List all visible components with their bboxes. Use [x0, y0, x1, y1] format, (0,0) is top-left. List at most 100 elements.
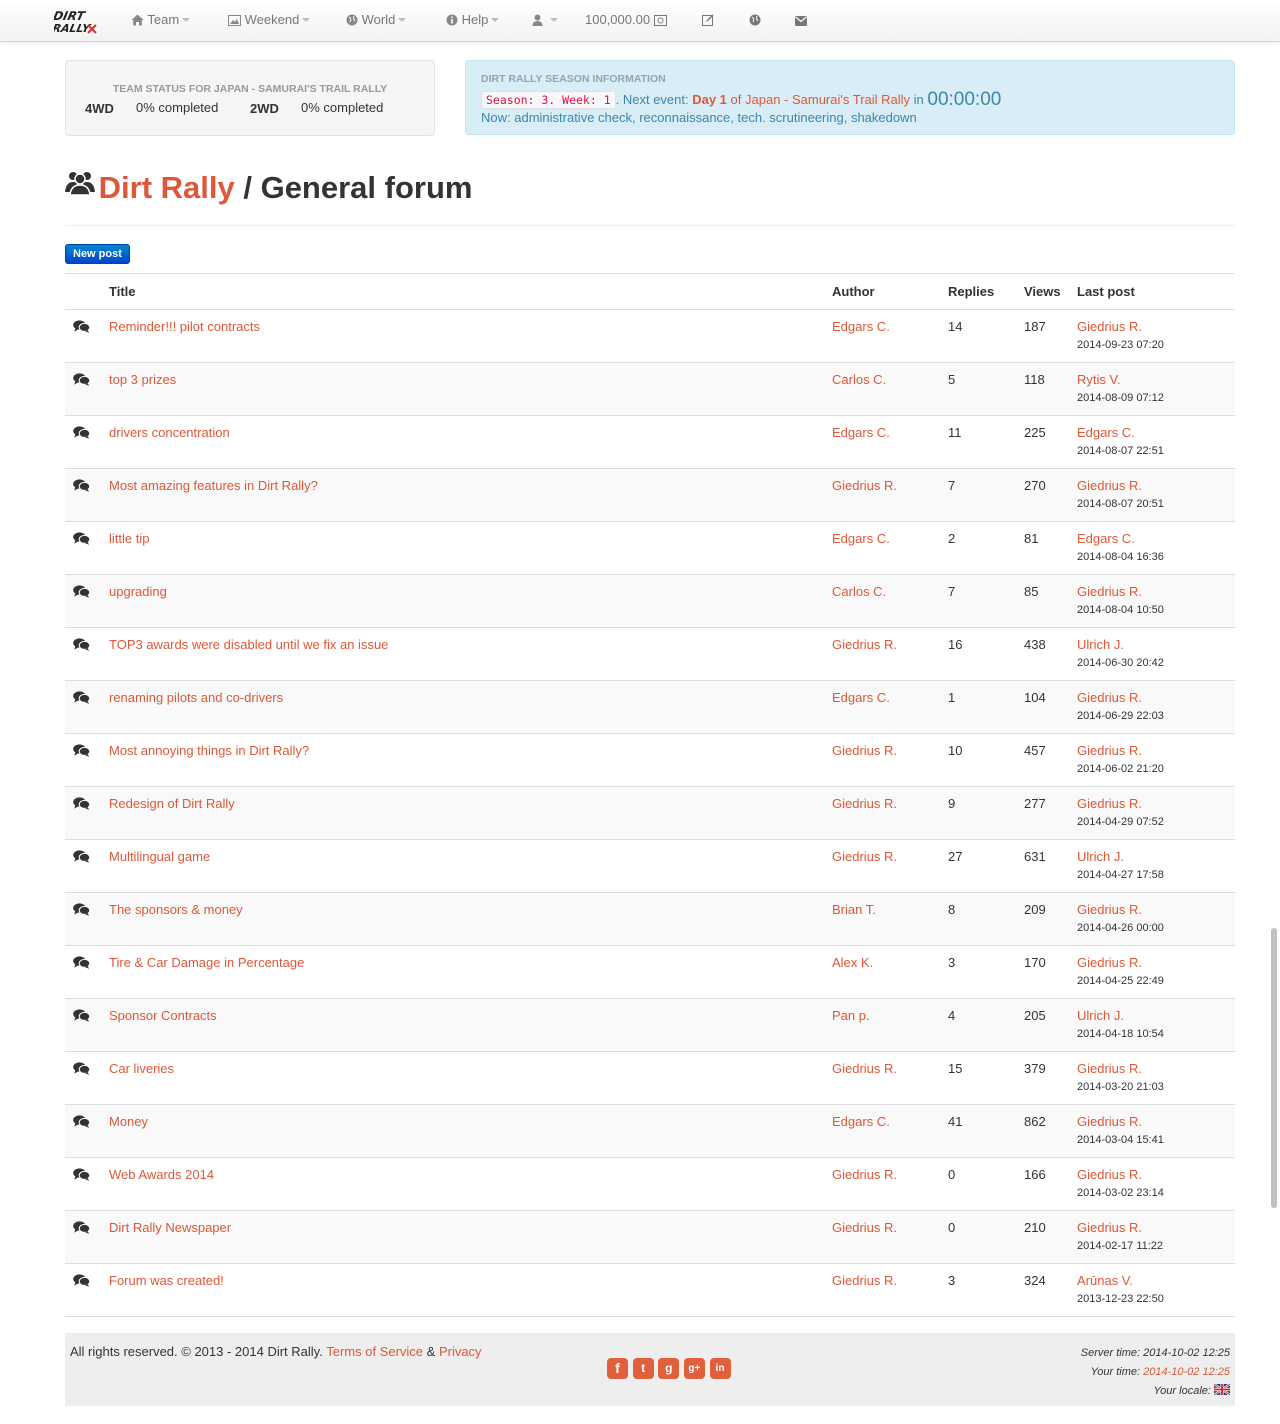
last-post-author-link[interactable]: Rytis V. [1077, 372, 1121, 387]
nav-messages[interactable] [795, 0, 807, 40]
github-icon[interactable]: g [658, 1358, 680, 1379]
topic-title-link[interactable]: Redesign of Dirt Rally [109, 796, 235, 811]
nav-team[interactable]: Team [131, 0, 191, 40]
last-post-author-link[interactable]: Giedrius R. [1077, 1061, 1142, 1076]
nav-weekend[interactable]: Weekend [228, 0, 311, 40]
topic-title-cell: Tire & Car Damage in Percentage [101, 945, 824, 999]
topic-author-link[interactable]: Giedrius R. [832, 796, 897, 811]
last-post-author-link[interactable]: Giedrius R. [1077, 1114, 1142, 1129]
edit-icon [702, 14, 714, 26]
topic-author-link[interactable]: Giedrius R. [832, 637, 897, 652]
topic-title-link[interactable]: top 3 prizes [109, 372, 176, 387]
table-row: Dirt Rally Newspaper Giedrius R. 0 210 Giedr… [65, 1210, 1235, 1264]
header-author: Author [824, 273, 940, 310]
topic-author-link[interactable]: Giedrius R. [832, 743, 897, 758]
topic-title-link[interactable]: little tip [109, 531, 149, 546]
topic-title-link[interactable]: drivers concentration [109, 425, 230, 440]
topic-views: 270 [1016, 468, 1069, 522]
last-post-author-link[interactable]: Giedrius R. [1077, 478, 1142, 493]
locale-label: Your locale: [1153, 1385, 1214, 1397]
last-post-author-link[interactable]: Giedrius R. [1077, 1167, 1142, 1182]
last-post-author-link[interactable]: Edgars C. [1077, 531, 1135, 546]
topic-title-link[interactable]: Multilingual game [109, 849, 210, 864]
topic-author-link[interactable]: Edgars C. [832, 1114, 890, 1129]
last-post-author-link[interactable]: Giedrius R. [1077, 796, 1142, 811]
facebook-icon[interactable]: f [607, 1358, 628, 1379]
last-post-author-link[interactable]: Ulrich J. [1077, 849, 1124, 864]
topic-title-link[interactable]: Reminder!!! pilot contracts [109, 319, 260, 334]
linkedin-icon[interactable]: in [709, 1358, 731, 1379]
topic-title-link[interactable]: Web Awards 2014 [109, 1167, 214, 1182]
last-post-author-link[interactable]: Edgars C. [1077, 425, 1135, 440]
topic-author-link[interactable]: Edgars C. [832, 319, 890, 334]
topic-author-link[interactable]: Edgars C. [832, 531, 890, 546]
privacy-link[interactable]: Privacy [439, 1344, 482, 1359]
nav-world[interactable]: World [346, 0, 407, 40]
topic-title-cell: TOP3 awards were disabled until we fix a… [101, 627, 824, 681]
last-post-date: 2014-06-29 22:03 [1077, 710, 1164, 722]
topic-title-link[interactable]: Most annoying things in Dirt Rally? [109, 743, 309, 758]
google-plus-icon[interactable]: g+ [683, 1358, 705, 1379]
last-post-author-link[interactable]: Giedrius R. [1077, 584, 1142, 599]
topic-author-link[interactable]: Giedrius R. [832, 1273, 897, 1288]
topic-title-link[interactable]: TOP3 awards were disabled until we fix a… [109, 637, 388, 652]
topic-title-link[interactable]: Sponsor Contracts [109, 1008, 217, 1023]
topic-title-cell: Car liveries [101, 1051, 824, 1105]
topic-title-link[interactable]: The sponsors & money [109, 902, 243, 917]
comments-icon [73, 797, 91, 813]
topic-author-link[interactable]: Giedrius R. [832, 849, 897, 864]
topic-title-link[interactable]: Forum was created! [109, 1273, 224, 1288]
topic-author-link[interactable]: Carlos C. [832, 372, 886, 387]
topic-author-link[interactable]: Carlos C. [832, 584, 886, 599]
topic-icon-cell [65, 521, 101, 575]
topic-title-link[interactable]: Tire & Car Damage in Percentage [109, 955, 304, 970]
new-post-button[interactable]: New post [65, 244, 130, 264]
topic-author-link[interactable]: Giedrius R. [832, 478, 897, 493]
topic-author-link[interactable]: Alex K. [832, 955, 873, 970]
topic-author-link[interactable]: Giedrius R. [832, 1220, 897, 1235]
topic-author-link[interactable]: Brian T. [832, 902, 876, 917]
comments-icon [73, 426, 91, 442]
topic-title-link[interactable]: Dirt Rally Newspaper [109, 1220, 231, 1235]
topic-author-link[interactable]: Edgars C. [832, 690, 890, 705]
last-post-author-link[interactable]: Giedrius R. [1077, 902, 1142, 917]
forum-brand-link[interactable]: Dirt Rally [99, 170, 235, 205]
topic-author-link[interactable]: Giedrius R. [832, 1061, 897, 1076]
last-post-author-link[interactable]: Giedrius R. [1077, 690, 1142, 705]
nav-language[interactable] [749, 0, 761, 40]
terms-link[interactable]: Terms of Service [326, 1344, 423, 1359]
twitter-icon[interactable]: t [632, 1358, 654, 1379]
topic-author-link[interactable]: Giedrius R. [832, 1167, 897, 1182]
uk-flag-icon[interactable] [1214, 1384, 1230, 1395]
last-post-author-link[interactable]: Giedrius R. [1077, 743, 1142, 758]
last-post-author-link[interactable]: Ulrich J. [1077, 637, 1124, 652]
last-post-author-link[interactable]: Arūnas V. [1077, 1273, 1133, 1288]
page-scrollbar[interactable] [1271, 928, 1277, 1208]
event-day-link[interactable]: Day 1 [692, 92, 727, 107]
topic-author-link[interactable]: Edgars C. [832, 425, 890, 440]
topic-title-link[interactable]: renaming pilots and co-drivers [109, 690, 283, 705]
topic-last-post-cell: Ulrich J. 2014-04-18 10:54 [1069, 998, 1235, 1052]
event-name-link[interactable]: Japan - Samurai's Trail Rally [745, 92, 910, 107]
dirt-rally-logo[interactable]: DIRT RALLY [54, 8, 98, 34]
topic-title-link[interactable]: upgrading [109, 584, 167, 599]
topic-last-post-cell: Ulrich J. 2014-04-27 17:58 [1069, 839, 1235, 893]
last-post-author-link[interactable]: Ulrich J. [1077, 1008, 1124, 1023]
last-post-date: 2014-04-25 22:49 [1077, 975, 1164, 987]
nav-help[interactable]: Help [446, 0, 500, 40]
nav-user-menu[interactable] [532, 0, 558, 40]
users-icon [65, 172, 95, 196]
topic-author-link[interactable]: Pan p. [832, 1008, 870, 1023]
topic-views: 104 [1016, 680, 1069, 734]
last-post-author-link[interactable]: Giedrius R. [1077, 319, 1142, 334]
heading-divider [65, 225, 1235, 226]
table-row: Car liveries Giedrius R. 15 379 Giedrius R. 2… [65, 1051, 1235, 1105]
nav-compose[interactable] [702, 0, 714, 40]
last-post-author-link[interactable]: Giedrius R. [1077, 955, 1142, 970]
topic-title-link[interactable]: Money [109, 1114, 148, 1129]
nav-balance[interactable]: 100,000.00 [585, 0, 667, 40]
last-post-author-link[interactable]: Giedrius R. [1077, 1220, 1142, 1235]
topic-title-link[interactable]: Most amazing features in Dirt Rally? [109, 478, 318, 493]
topic-replies: 16 [940, 627, 1016, 681]
topic-title-link[interactable]: Car liveries [109, 1061, 174, 1076]
